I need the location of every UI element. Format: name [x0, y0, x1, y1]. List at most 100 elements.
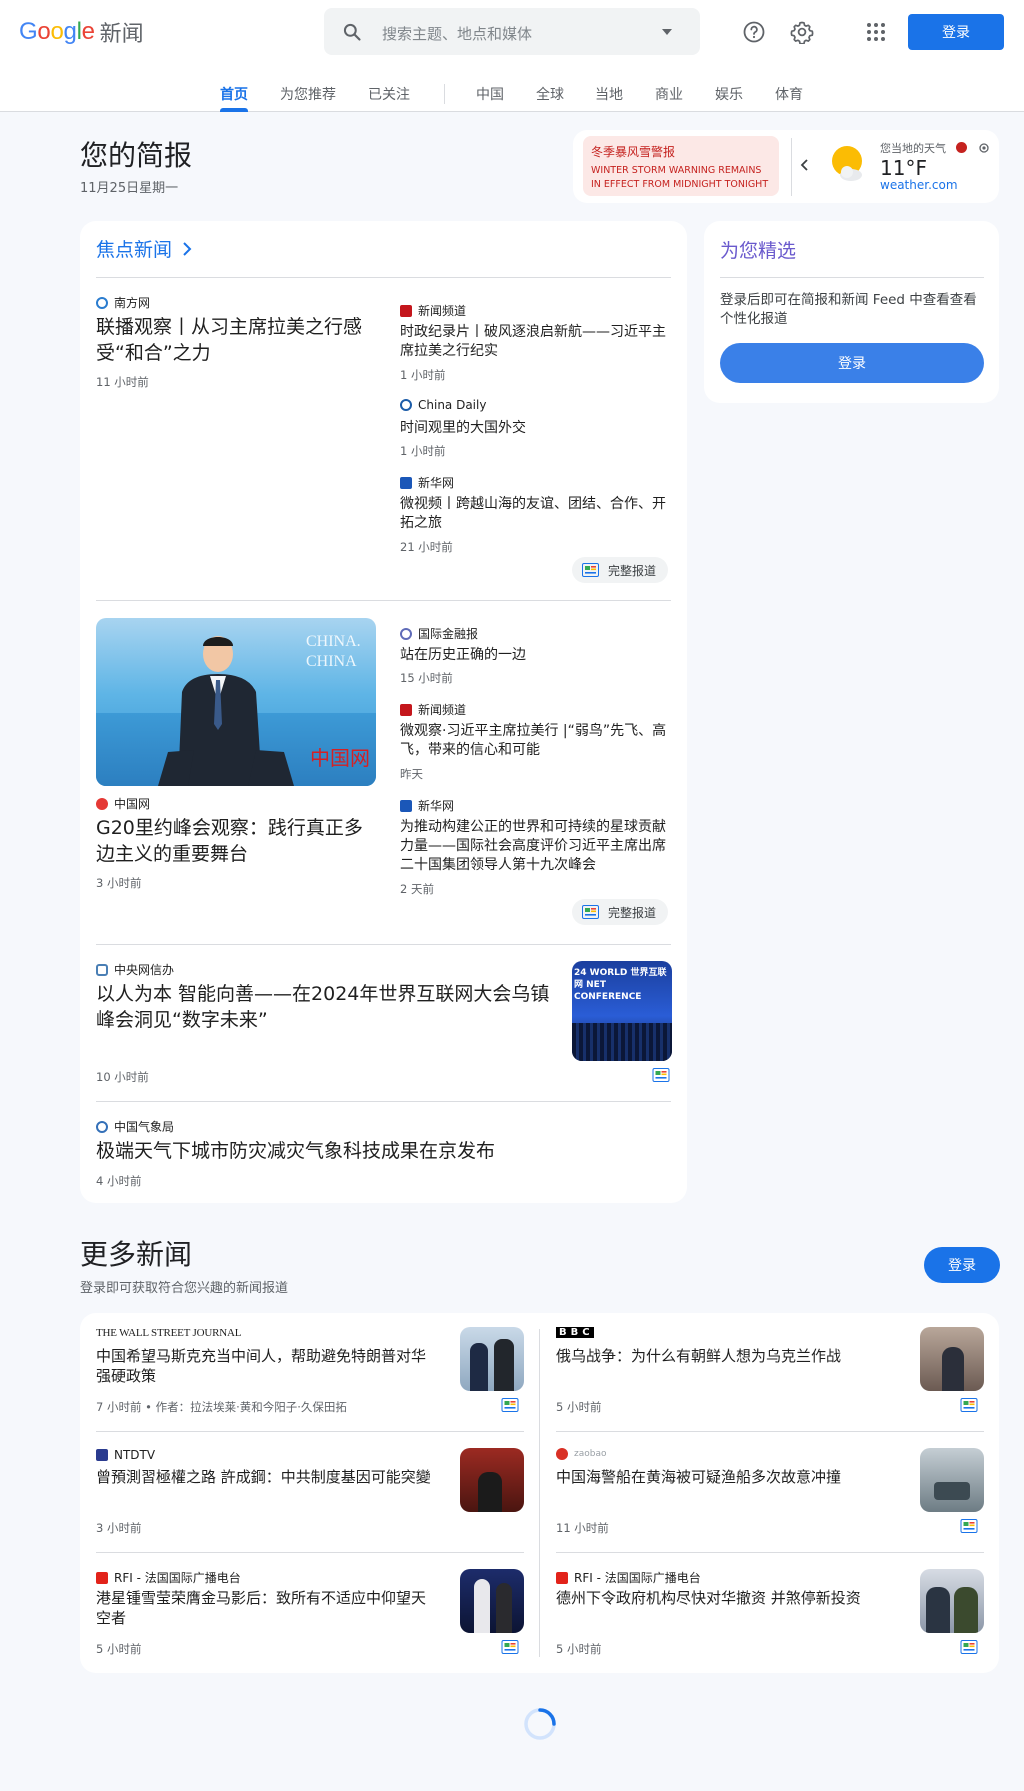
- full-coverage-icon[interactable]: [960, 1398, 978, 1412]
- tab-for-you[interactable]: 为您推荐: [280, 84, 336, 104]
- source-label: 中国气象局: [96, 1118, 174, 1135]
- briefing-date: 11月25日星期一: [80, 181, 179, 196]
- story-image[interactable]: [460, 1569, 524, 1633]
- source-logo-icon: [96, 1571, 108, 1584]
- image-logo: 中国网: [310, 748, 370, 770]
- gear-icon[interactable]: [787, 17, 817, 47]
- story-time: 1 小时前: [400, 368, 446, 382]
- tab-following[interactable]: 已关注: [368, 84, 410, 104]
- story-image[interactable]: [920, 1327, 984, 1391]
- google-news-logo[interactable]: Google 新闻: [19, 17, 144, 47]
- story-time: 3 小时前: [96, 876, 142, 890]
- source-name: China Daily: [418, 398, 487, 412]
- top-stories-heading-text: 焦点新闻: [96, 239, 173, 261]
- divider: [96, 1101, 671, 1102]
- more-news-signin-button[interactable]: 登录: [924, 1247, 1000, 1283]
- help-icon[interactable]: [739, 17, 769, 47]
- source-name: NTDTV: [114, 1448, 156, 1462]
- partly-sunny-icon: [832, 146, 862, 181]
- story-headline[interactable]: 中国希望马斯克充当中间人，帮助避免特朗普对华强硬政策: [96, 1346, 436, 1386]
- section-tabs: 首页 为您推荐 已关注 中国 全球 当地 商业 娱乐 体育: [0, 76, 1024, 112]
- source-label: 新华网: [400, 474, 454, 491]
- divider: [96, 600, 671, 601]
- source-label: China Daily: [400, 398, 486, 412]
- tab-china[interactable]: 中国: [476, 84, 504, 104]
- tab-world[interactable]: 全球: [536, 84, 564, 104]
- story-time: 10 小时前: [96, 1070, 149, 1084]
- story-image[interactable]: 24 WORLD 世界互联网 NET CONFERENCE: [572, 961, 672, 1061]
- image-caption: CHINA. CHINA: [306, 633, 361, 670]
- chevron-down-icon[interactable]: [662, 29, 672, 35]
- signin-button[interactable]: 登录: [908, 14, 1004, 50]
- search-icon[interactable]: [342, 22, 362, 42]
- source-label: THE WALL STREET JOURNAL: [96, 1327, 241, 1339]
- story-headline[interactable]: 极端天气下城市防灾减灾气象科技成果在京发布: [96, 1138, 656, 1164]
- source-name: 中央网信办: [114, 963, 175, 977]
- story-headline[interactable]: 俄乌战争：为什么有朝鲜人想为乌克兰作战: [556, 1346, 876, 1366]
- story-headline[interactable]: 微观察·习近平主席拉美行 |“弱鸟”先飞、高飞，带来的信心和可能: [400, 722, 672, 760]
- story-image[interactable]: [920, 1569, 984, 1633]
- story-headline[interactable]: 以人为本 智能向善——在2024年世界互联网大会乌镇峰会洞见“数字未来”: [96, 981, 556, 1033]
- story-time: 11 小时前: [556, 1521, 609, 1535]
- apps-grid-icon[interactable]: [861, 17, 891, 47]
- tab-sports[interactable]: 体育: [775, 84, 803, 104]
- source-label: NTDTV: [96, 1448, 155, 1462]
- tab-divider: [444, 84, 445, 104]
- weather-label: 您当地的天气: [880, 142, 946, 155]
- source-label: 新闻频道: [400, 701, 466, 718]
- divider: [96, 1552, 524, 1553]
- divider: [96, 1431, 524, 1432]
- story-headline[interactable]: 联播观察丨从习主席拉美之行感受“和合”之力: [96, 314, 376, 366]
- story-image[interactable]: CHINA. CHINA 中国网: [96, 618, 376, 786]
- source-logo-icon: [400, 799, 412, 812]
- source-logo-icon: [400, 399, 412, 411]
- source-name: RFI - 法国国际广播电台: [574, 1571, 701, 1585]
- source-label: 新闻频道: [400, 302, 466, 319]
- full-coverage-button[interactable]: 完整报道: [572, 557, 669, 583]
- logo-wordmark: Google: [19, 18, 95, 45]
- story-headline[interactable]: 站在历史正确的一边: [400, 646, 672, 665]
- divider: [96, 944, 671, 945]
- tab-entertainment[interactable]: 娱乐: [715, 84, 743, 104]
- top-stories-heading[interactable]: 焦点新闻: [96, 235, 194, 262]
- full-coverage-icon: [582, 563, 599, 577]
- full-coverage-icon[interactable]: [501, 1398, 519, 1412]
- full-coverage-icon[interactable]: [960, 1519, 978, 1533]
- story-headline[interactable]: 曾預測習極權之路 許成鋼：中共制度基因可能突變: [96, 1467, 436, 1487]
- search-bar[interactable]: 搜索主题、地点和媒体: [324, 8, 700, 55]
- full-coverage-icon[interactable]: [652, 1068, 670, 1082]
- story-image[interactable]: [460, 1448, 524, 1512]
- full-coverage-icon[interactable]: [960, 1640, 978, 1654]
- more-news-title: 更多新闻: [80, 1238, 193, 1271]
- full-coverage-label: 完整报道: [608, 563, 657, 578]
- story-image[interactable]: [920, 1448, 984, 1512]
- story-headline[interactable]: 时间观里的大国外交: [400, 419, 672, 438]
- image-figure: [470, 1343, 488, 1391]
- story-headline[interactable]: 中国海警船在黄海被可疑渔船多次故意冲撞: [556, 1467, 896, 1487]
- story-headline[interactable]: 微视频丨跨越山海的友谊、团结、合作、开拓之旅: [400, 495, 672, 533]
- top-header: Google 新闻 搜索主题、地点和媒体 登录 首页 为您推荐 已关注 中国 全…: [0, 0, 1024, 112]
- weather-alert[interactable]: 冬季暴风雪警报 WINTER STORM WARNING REMAINS IN …: [583, 136, 779, 196]
- picks-text: 登录后即可在简报和新闻 Feed 中查看查看个性化报道: [720, 292, 977, 327]
- story-time: 4 小时前: [96, 1174, 142, 1188]
- image-figure: [926, 1587, 950, 1633]
- alert-title: 冬季暴风雪警报: [591, 145, 676, 159]
- story-headline[interactable]: 港星锺雪莹荣膺金马影后：致所有不适应中仰望天空者: [96, 1588, 436, 1628]
- location-icon[interactable]: [978, 142, 990, 154]
- tab-business[interactable]: 商业: [655, 84, 683, 104]
- weather-source-link[interactable]: weather.com: [880, 178, 958, 192]
- alert-text: WINTER STORM WARNING REMAINS IN EFFECT F…: [591, 165, 769, 190]
- tab-local[interactable]: 当地: [595, 84, 623, 104]
- story-headline[interactable]: 为推动构建公正的世界和可持续的星球贡献力量——国际社会高度评价习近平主席出席二十…: [400, 818, 672, 875]
- full-coverage-button[interactable]: 完整报道: [572, 899, 669, 925]
- tab-home[interactable]: 首页: [220, 84, 248, 104]
- story-headline[interactable]: G20里约峰会观察：践行真正多边主义的重要舞台: [96, 815, 378, 867]
- picks-signin-button[interactable]: 登录: [720, 343, 984, 383]
- picks-heading: 为您精选: [720, 240, 797, 262]
- story-headline[interactable]: 德州下令政府机构尽快对华撤资 并煞停新投资: [556, 1588, 896, 1608]
- chevron-left-icon[interactable]: [799, 158, 811, 172]
- story-headline[interactable]: 时政纪录片丨破风逐浪启新航——习近平主席拉美之行纪实: [400, 323, 672, 361]
- story-image[interactable]: [460, 1327, 524, 1391]
- image-crowd: [572, 1023, 672, 1061]
- full-coverage-icon[interactable]: [501, 1640, 519, 1654]
